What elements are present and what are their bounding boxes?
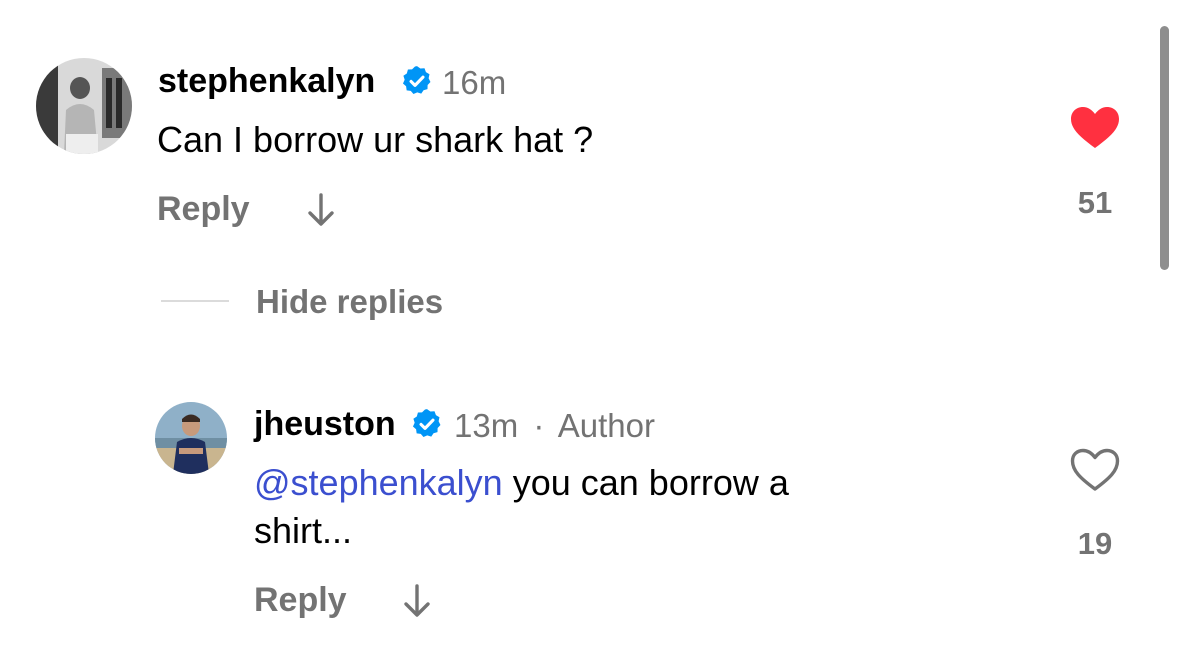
like-heart-outline-icon[interactable] [1070, 448, 1120, 497]
author-label: Author [557, 407, 655, 444]
mention-link[interactable]: @stephenkalyn [254, 462, 503, 503]
hide-replies-button[interactable]: Hide replies [256, 283, 443, 321]
scrollbar-thumb[interactable] [1160, 26, 1169, 270]
reply-button[interactable]: Reply [157, 190, 250, 229]
verified-badge-icon [400, 64, 434, 103]
like-count: 51 [1077, 185, 1113, 220]
verified-badge-icon [410, 407, 444, 446]
avatar-stephenkalyn[interactable] [36, 58, 132, 154]
meta-separator: · [533, 407, 545, 444]
comment-timestamp: 16m [442, 64, 507, 101]
comment-text: Can I borrow ur shark hat ? [157, 119, 594, 160]
like-heart-filled-icon[interactable] [1070, 106, 1120, 155]
reply-button[interactable]: Reply [254, 581, 347, 620]
reply-username[interactable]: jheuston [254, 405, 396, 444]
reply-text: @stephenkalyn you can borrow a shirt... [254, 459, 1014, 555]
translate-arrow-icon[interactable] [305, 192, 337, 233]
comment-username[interactable]: stephenkalyn [158, 62, 375, 101]
translate-arrow-icon[interactable] [401, 583, 433, 624]
reply-text-line2: shirt... [254, 510, 353, 551]
replies-divider [161, 300, 229, 302]
reply-text-line1: you can borrow a [502, 462, 789, 503]
like-count: 19 [1077, 526, 1113, 561]
reply-meta: 13m · Author [454, 407, 655, 445]
avatar-jheuston[interactable] [155, 402, 227, 474]
reply-timestamp: 13m [454, 407, 519, 444]
